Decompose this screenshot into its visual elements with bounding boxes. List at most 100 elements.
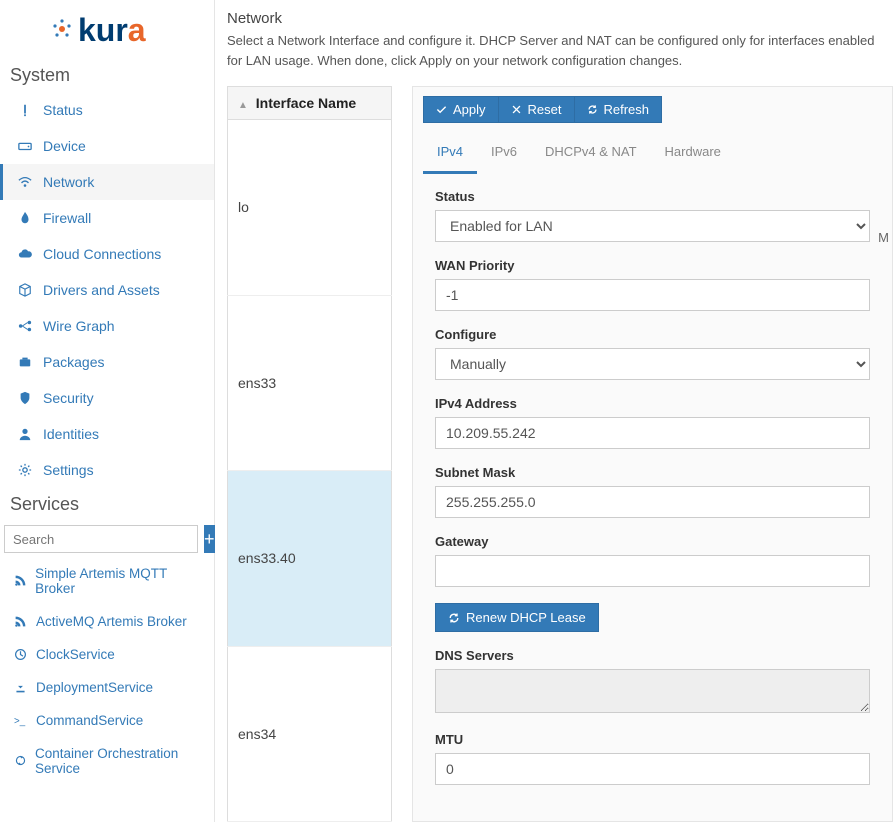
nav-item-settings[interactable]: Settings (0, 452, 214, 488)
nav-label: Cloud Connections (43, 246, 161, 262)
nav-label: Wire Graph (43, 318, 115, 334)
status-label: Status (435, 189, 870, 204)
user-icon (17, 426, 33, 442)
fire-icon (17, 210, 33, 226)
nav-system: Status Device Network Firewall Cloud Con… (0, 92, 214, 488)
nav-label: Firewall (43, 210, 91, 226)
tab-ipv4[interactable]: IPv4 (423, 132, 477, 174)
nav-item-firewall[interactable]: Firewall (0, 200, 214, 236)
logo-text: kura (78, 12, 146, 49)
nav-item-network[interactable]: Network (0, 164, 214, 200)
check-icon (436, 104, 447, 115)
service-item[interactable]: ClockService (0, 638, 214, 671)
briefcase-icon (17, 354, 33, 370)
service-label: Container Orchestration Service (35, 746, 200, 776)
service-item[interactable]: Container Orchestration Service (0, 737, 214, 785)
interface-table-header[interactable]: ▲ Interface Name (228, 87, 392, 120)
form-body: Status Enabled for LAN WAN Priority Conf… (413, 175, 892, 821)
nav-label: Status (43, 102, 83, 118)
nav-heading-services: Services (0, 488, 214, 521)
config-panel: Apply Reset Refresh IPv4 IPv6 DHCPv4 & N… (412, 86, 893, 822)
sidebar: kura System Status Device Network Firewa… (0, 0, 215, 822)
refresh-button[interactable]: Refresh (574, 96, 663, 123)
interface-table: ▲ Interface Name lo ens33 ens33.40 ens34 (227, 86, 392, 822)
service-item[interactable]: DeploymentService (0, 671, 214, 704)
nav-label: Identities (43, 426, 99, 442)
configure-select[interactable]: Manually (435, 348, 870, 380)
apply-button[interactable]: Apply (423, 96, 499, 123)
status-select[interactable]: Enabled for LAN (435, 210, 870, 242)
refresh-icon (448, 612, 460, 624)
nav-label: Security (43, 390, 94, 406)
interface-row[interactable]: ens33 (228, 295, 392, 471)
arrows-icon (14, 754, 27, 768)
tab-hardware[interactable]: Hardware (651, 132, 735, 174)
gear-icon (17, 462, 33, 478)
service-label: DeploymentService (36, 680, 153, 695)
gateway-label: Gateway (435, 534, 870, 549)
button-label: Apply (453, 102, 486, 117)
service-item[interactable]: ActiveMQ Artemis Broker (0, 605, 214, 638)
nav-label: Device (43, 138, 86, 154)
nav-label: Packages (43, 354, 104, 370)
search-input[interactable] (4, 525, 198, 553)
side-hint: M (878, 230, 889, 245)
nav-item-wire-graph[interactable]: Wire Graph (0, 308, 214, 344)
nav-item-security[interactable]: Security (0, 380, 214, 416)
interface-row[interactable]: lo (228, 120, 392, 296)
add-service-button[interactable]: + (204, 525, 215, 553)
wifi-icon (17, 174, 33, 190)
main-content: Network Select a Network Interface and c… (215, 0, 893, 822)
button-label: Reset (528, 102, 562, 117)
renew-dhcp-button[interactable]: Renew DHCP Lease (435, 603, 599, 632)
services-search-row: + (0, 521, 214, 557)
service-label: ClockService (36, 647, 115, 662)
dns-textarea (435, 669, 870, 713)
nav-label: Settings (43, 462, 94, 478)
logo: kura (0, 0, 214, 59)
mtu-input[interactable] (435, 753, 870, 785)
ipv4-address-label: IPv4 Address (435, 396, 870, 411)
svg-text:>_: >_ (14, 715, 26, 726)
tab-dhcp-nat[interactable]: DHCPv4 & NAT (531, 132, 651, 174)
nav-item-status[interactable]: Status (0, 92, 214, 128)
graph-icon (17, 318, 33, 334)
service-label: ActiveMQ Artemis Broker (36, 614, 187, 629)
button-label: Refresh (604, 102, 650, 117)
close-icon (511, 104, 522, 115)
tab-bar: IPv4 IPv6 DHCPv4 & NAT Hardware (413, 132, 892, 175)
shield-icon (17, 390, 33, 406)
nav-item-drivers[interactable]: Drivers and Assets (0, 272, 214, 308)
ipv4-address-input[interactable] (435, 417, 870, 449)
rss-icon (14, 615, 28, 629)
nav-item-device[interactable]: Device (0, 128, 214, 164)
page-description: Select a Network Interface and configure… (227, 31, 893, 70)
service-item[interactable]: Simple Artemis MQTT Broker (0, 557, 214, 605)
service-label: CommandService (36, 713, 143, 728)
interface-row[interactable]: ens33.40 (228, 471, 392, 647)
tab-ipv6[interactable]: IPv6 (477, 132, 531, 174)
refresh-icon (587, 104, 598, 115)
wan-priority-input (435, 279, 870, 311)
rss-icon (14, 574, 27, 588)
terminal-icon: >_ (14, 714, 28, 728)
nav-item-identities[interactable]: Identities (0, 416, 214, 452)
interface-row[interactable]: ens34 (228, 646, 392, 822)
services-list: Simple Artemis MQTT Broker ActiveMQ Arte… (0, 557, 214, 785)
configure-label: Configure (435, 327, 870, 342)
logo-icon (50, 12, 74, 49)
nav-item-packages[interactable]: Packages (0, 344, 214, 380)
reset-button[interactable]: Reset (498, 96, 575, 123)
subnet-label: Subnet Mask (435, 465, 870, 480)
subnet-input[interactable] (435, 486, 870, 518)
nav-label: Drivers and Assets (43, 282, 160, 298)
service-item[interactable]: >_ CommandService (0, 704, 214, 737)
nav-label: Network (43, 174, 94, 190)
dns-label: DNS Servers (435, 648, 870, 663)
gateway-input (435, 555, 870, 587)
wan-priority-label: WAN Priority (435, 258, 870, 273)
hdd-icon (17, 138, 33, 154)
nav-item-cloud[interactable]: Cloud Connections (0, 236, 214, 272)
service-label: Simple Artemis MQTT Broker (35, 566, 200, 596)
mtu-label: MTU (435, 732, 870, 747)
